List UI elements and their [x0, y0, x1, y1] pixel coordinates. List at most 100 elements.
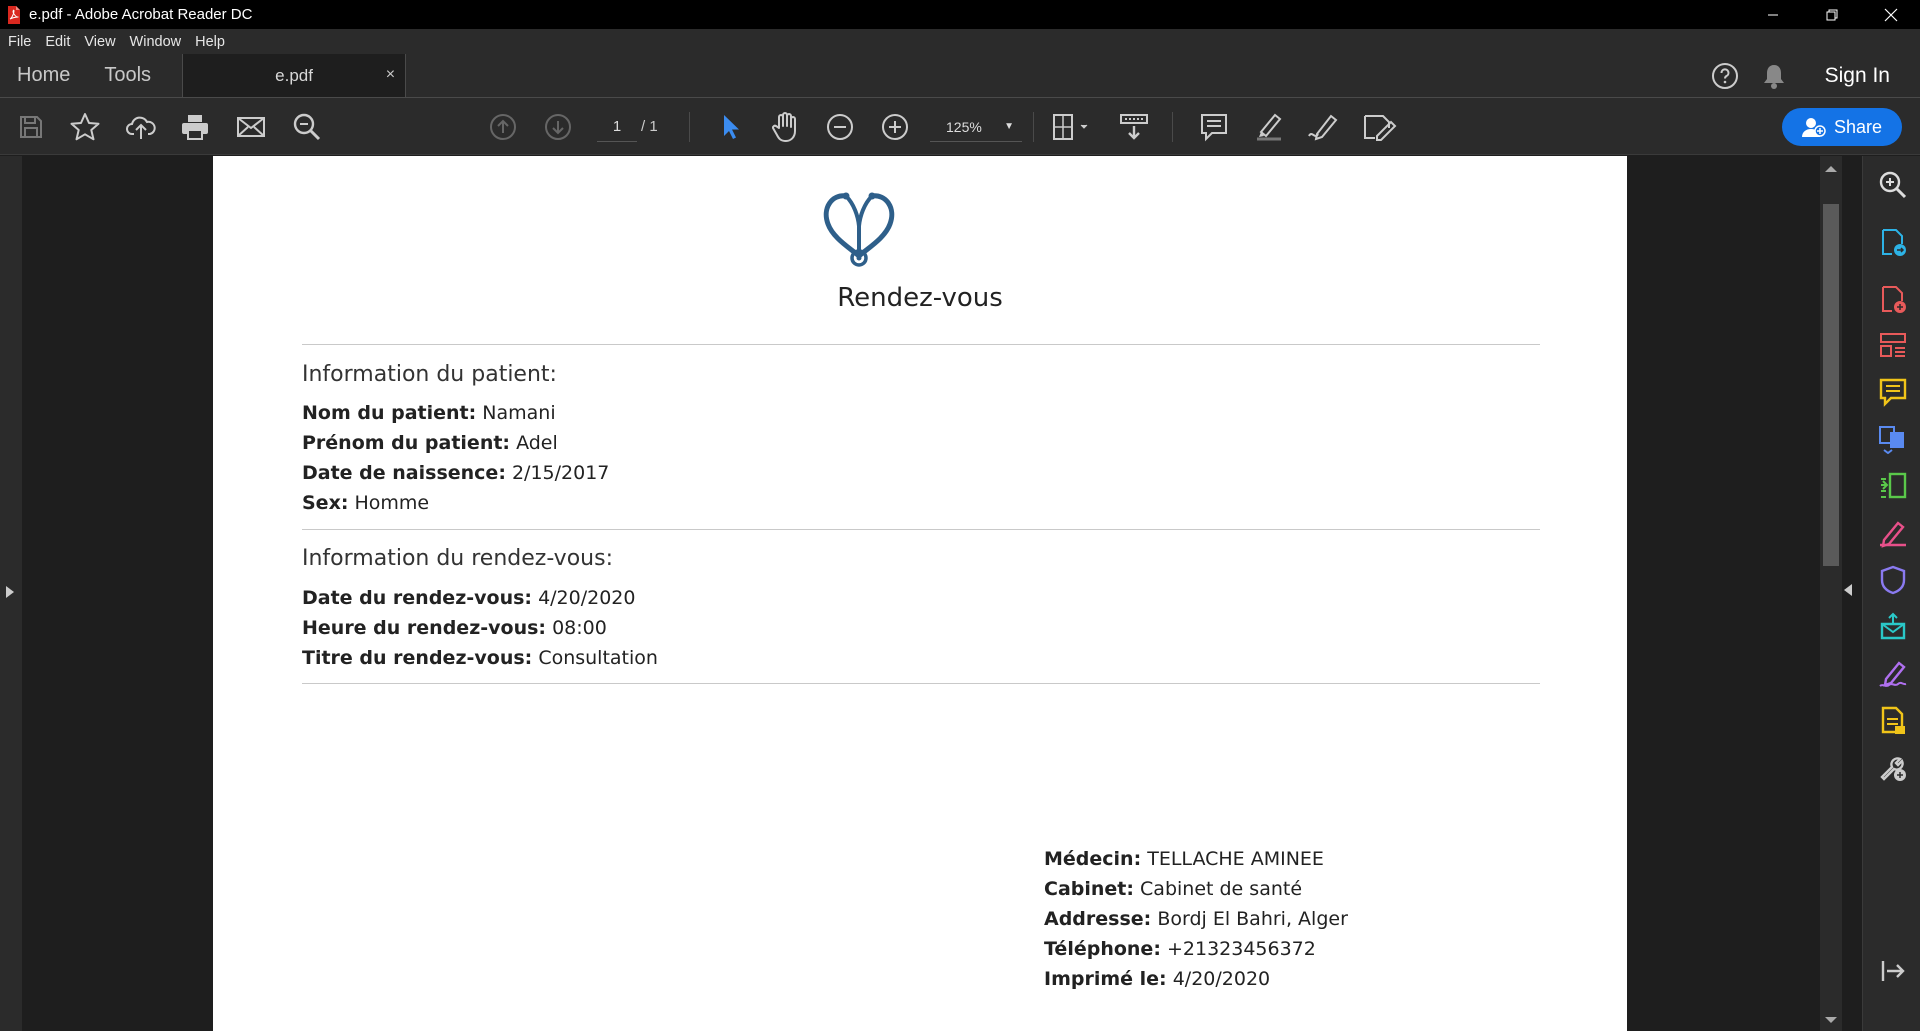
collapse-right-pane-icon[interactable] [1844, 584, 1852, 596]
minimize-button[interactable] [1743, 0, 1802, 29]
field-label: Addresse: [1044, 908, 1152, 930]
star-icon [70, 112, 100, 140]
more-tools-icon[interactable] [1878, 753, 1908, 783]
menu-edit[interactable]: Edit [38, 34, 77, 50]
comment-icon [1201, 113, 1227, 141]
expand-arrow-icon [6, 586, 14, 598]
protect-shield-icon[interactable] [1878, 565, 1908, 595]
draw-button[interactable] [1306, 98, 1342, 155]
patient-field-prenom: Prénom du patient: Adel [302, 432, 558, 454]
field-label: Médecin: [1044, 848, 1142, 870]
field-label: Prénom du patient: [302, 432, 511, 454]
patient-field-sex: Sex: Homme [302, 492, 429, 514]
previous-page-button[interactable] [488, 98, 518, 155]
toolbar-separator [1033, 112, 1034, 142]
fill-sign-icon [1364, 114, 1397, 141]
scrollbar-thumb[interactable] [1823, 204, 1839, 566]
menu-window[interactable]: Window [123, 34, 189, 50]
field-value: 2/15/2017 [511, 462, 610, 484]
field-value: 4/20/2020 [538, 587, 636, 609]
divider [302, 344, 1540, 345]
find-button[interactable] [290, 98, 324, 155]
scan-icon[interactable] [1878, 706, 1908, 736]
divider [302, 683, 1540, 684]
page-count: / 1 [641, 118, 658, 135]
share-button[interactable]: Share [1782, 108, 1902, 146]
fill-sign-icon[interactable] [1878, 518, 1908, 548]
collapse-panel-icon[interactable] [1878, 956, 1908, 986]
minimize-icon [1767, 14, 1778, 15]
document-viewport[interactable]: Rendez-vous Information du patient: Nom … [22, 156, 1820, 1031]
request-signature-icon[interactable] [1878, 659, 1908, 689]
field-value: Consultation [538, 647, 658, 669]
organize-pages-icon[interactable] [1878, 330, 1908, 360]
highlight-button[interactable] [1252, 98, 1286, 155]
comment-icon[interactable] [1878, 377, 1908, 407]
scroll-up-arrow-icon[interactable] [1825, 166, 1837, 172]
upload-button[interactable] [124, 98, 158, 155]
close-icon [1884, 8, 1897, 21]
restore-button[interactable] [1802, 0, 1861, 29]
compress-icon[interactable] [1878, 471, 1908, 501]
zoom-level-dropdown[interactable]: 125% ▼ [930, 112, 1022, 142]
save-button[interactable] [14, 98, 48, 155]
menu-view[interactable]: View [77, 34, 122, 50]
zoom-in-icon [882, 113, 908, 140]
footer-field-address: Addresse: Bordj El Bahri, Alger [1044, 908, 1348, 930]
field-label: Nom du patient: [302, 402, 477, 424]
tab-document[interactable]: e.pdf × [182, 54, 407, 97]
zoom-out-button[interactable] [825, 98, 855, 155]
next-page-button[interactable] [543, 98, 573, 155]
footer-field-printed-date: Imprimé le: 4/20/2020 [1044, 968, 1270, 990]
menu-help[interactable]: Help [188, 34, 232, 50]
notification-bell-icon[interactable] [1761, 62, 1787, 90]
create-pdf-icon[interactable] [1878, 285, 1908, 315]
help-icon[interactable] [1711, 62, 1739, 90]
email-button[interactable] [234, 98, 268, 155]
send-review-icon[interactable] [1878, 612, 1908, 642]
print-button[interactable] [178, 98, 212, 155]
tab-bar: Home Tools e.pdf × Sign In [0, 54, 1920, 98]
left-navigation-pane-toggle[interactable] [0, 156, 22, 1031]
page-fit-button[interactable] [1048, 98, 1092, 155]
field-value: Homme [354, 492, 430, 514]
add-person-icon [1801, 118, 1826, 137]
zoom-search-icon[interactable] [1878, 170, 1908, 200]
close-window-button[interactable] [1861, 0, 1920, 29]
sign-in-link[interactable]: Sign In [1787, 64, 1920, 88]
fill-sign-button[interactable] [1360, 98, 1398, 155]
chevron-down-icon: ▼ [1004, 121, 1014, 132]
vertical-scrollbar[interactable] [1820, 156, 1842, 1031]
scroll-mode-button[interactable] [1116, 98, 1152, 155]
field-label: Titre du rendez-vous: [302, 647, 533, 669]
zoom-in-button[interactable] [880, 98, 910, 155]
highlight-pen-icon [1257, 113, 1282, 140]
tab-tools[interactable]: Tools [87, 54, 168, 97]
page-fit-icon [1053, 113, 1088, 140]
tab-home[interactable]: Home [0, 54, 87, 97]
combine-files-icon[interactable] [1878, 424, 1908, 454]
page-down-icon [545, 113, 571, 140]
hand-tool-button[interactable] [769, 98, 803, 155]
patient-field-nom: Nom du patient: Namani [302, 402, 556, 424]
patient-section-heading: Information du patient: [302, 362, 557, 387]
field-value: Adel [516, 432, 558, 454]
zoom-search-icon [293, 113, 321, 140]
export-pdf-icon[interactable] [1878, 228, 1908, 258]
scroll-down-arrow-icon[interactable] [1825, 1017, 1837, 1023]
toolbar: 1 / 1 125% ▼ [0, 98, 1920, 155]
zoom-level-value: 125% [946, 119, 982, 135]
add-comment-button[interactable] [1197, 98, 1231, 155]
menu-file[interactable]: File [0, 34, 38, 50]
field-label: Imprimé le: [1044, 968, 1167, 990]
page-number-input[interactable]: 1 [597, 112, 637, 142]
appointment-field-time: Heure du rendez-vous: 08:00 [302, 617, 607, 639]
document-title: Rendez-vous [837, 283, 1003, 313]
select-tool-button[interactable] [716, 98, 746, 155]
appointment-field-title: Titre du rendez-vous: Consultation [302, 647, 658, 669]
bookmark-button[interactable] [68, 98, 102, 155]
close-tab-button[interactable]: × [386, 66, 395, 84]
field-label: Date du rendez-vous: [302, 587, 533, 609]
field-value: Namani [482, 402, 556, 424]
share-label: Share [1833, 116, 1883, 137]
